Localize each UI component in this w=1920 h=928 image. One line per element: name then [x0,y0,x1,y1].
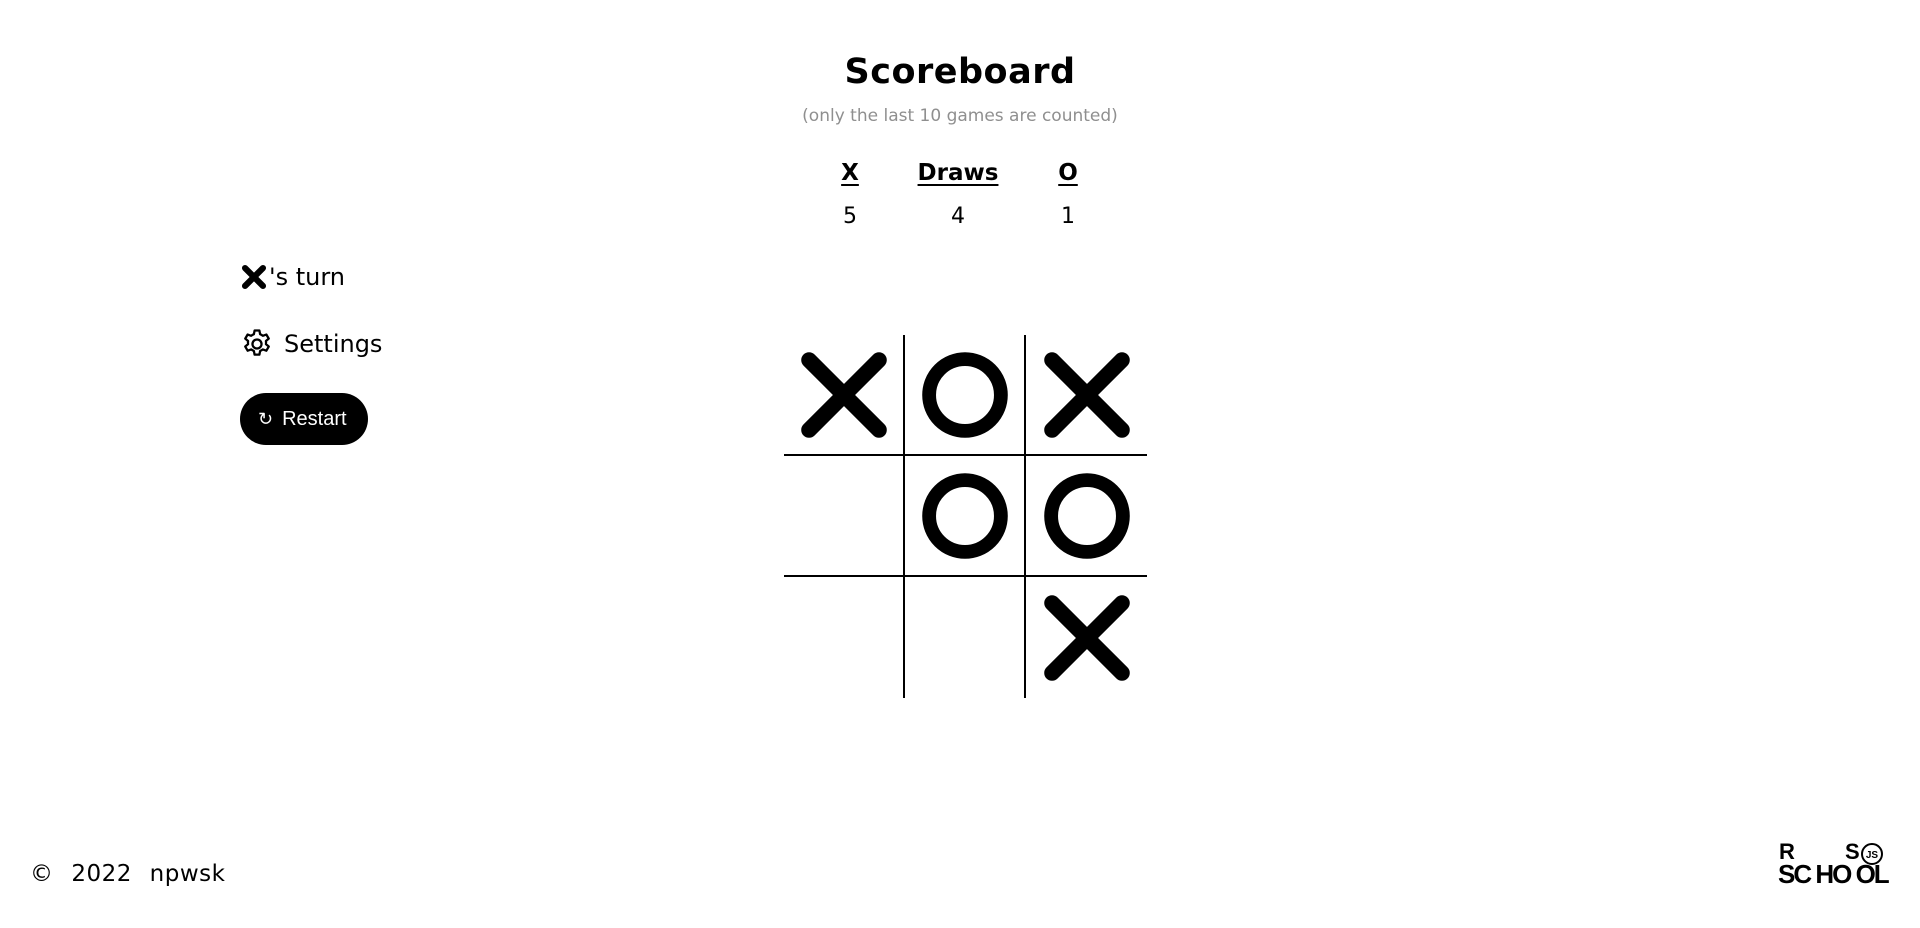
restart-button[interactable]: ↻ Restart [240,393,368,445]
x-mark-icon [1043,351,1130,438]
score-header-o: O [1058,160,1078,186]
board-cell[interactable] [1026,577,1147,698]
o-mark-icon [1043,472,1130,559]
board-cell[interactable] [784,335,905,456]
score-table: X 5 Draws 4 O 1 [820,159,1100,239]
o-mark-icon [921,351,1008,438]
score-header-draws: Draws [917,160,999,186]
scoreboard: Scoreboard (only the last 10 games are c… [0,44,1920,229]
gear-icon [244,329,270,356]
board-cell[interactable] [1026,335,1147,456]
copyright-symbol: © [30,861,54,887]
board-cell[interactable] [784,456,905,577]
board-cell[interactable] [905,577,1026,698]
copyright-year: 2022 [71,861,132,887]
x-mark-icon [241,264,267,290]
board-cell[interactable] [905,335,1026,456]
settings-label: Settings [284,330,383,358]
restart-icon: ↻ [258,408,274,429]
score-column-draws: Draws 4 [898,159,1018,231]
board-cell[interactable] [784,577,905,698]
rs-school-logo[interactable]: R S SC HO OL JS [1778,838,1902,888]
scoreboard-title: Scoreboard [844,52,1076,92]
svg-text:JS: JS [1866,850,1879,861]
scoreboard-subtitle: (only the last 10 games are counted) [802,106,1118,126]
settings-button[interactable]: Settings [240,325,382,363]
turn-label: 's turn [269,263,346,291]
author-link[interactable]: npwsk [150,861,226,887]
restart-label: Restart [282,407,347,430]
x-mark-icon [800,351,887,438]
game-page: Scoreboard (only the last 10 games are c… [0,0,1920,928]
score-column-o: O 1 [1008,159,1128,231]
game-board [784,335,1147,698]
sidebar: 's turn Settings ↻ Restart [240,258,382,445]
turn-indicator: 's turn [240,258,382,296]
score-value-draws: 4 [951,204,965,229]
score-header-x: X [841,160,859,186]
footer: © 2022 npwsk [30,858,235,890]
board-cell[interactable] [1026,456,1147,577]
x-mark-icon [1043,594,1130,681]
board-cell[interactable] [905,456,1026,577]
score-value-x: 5 [843,204,857,229]
score-value-o: 1 [1061,204,1075,229]
o-mark-icon [921,472,1008,559]
score-column-x: X 5 [790,159,910,231]
